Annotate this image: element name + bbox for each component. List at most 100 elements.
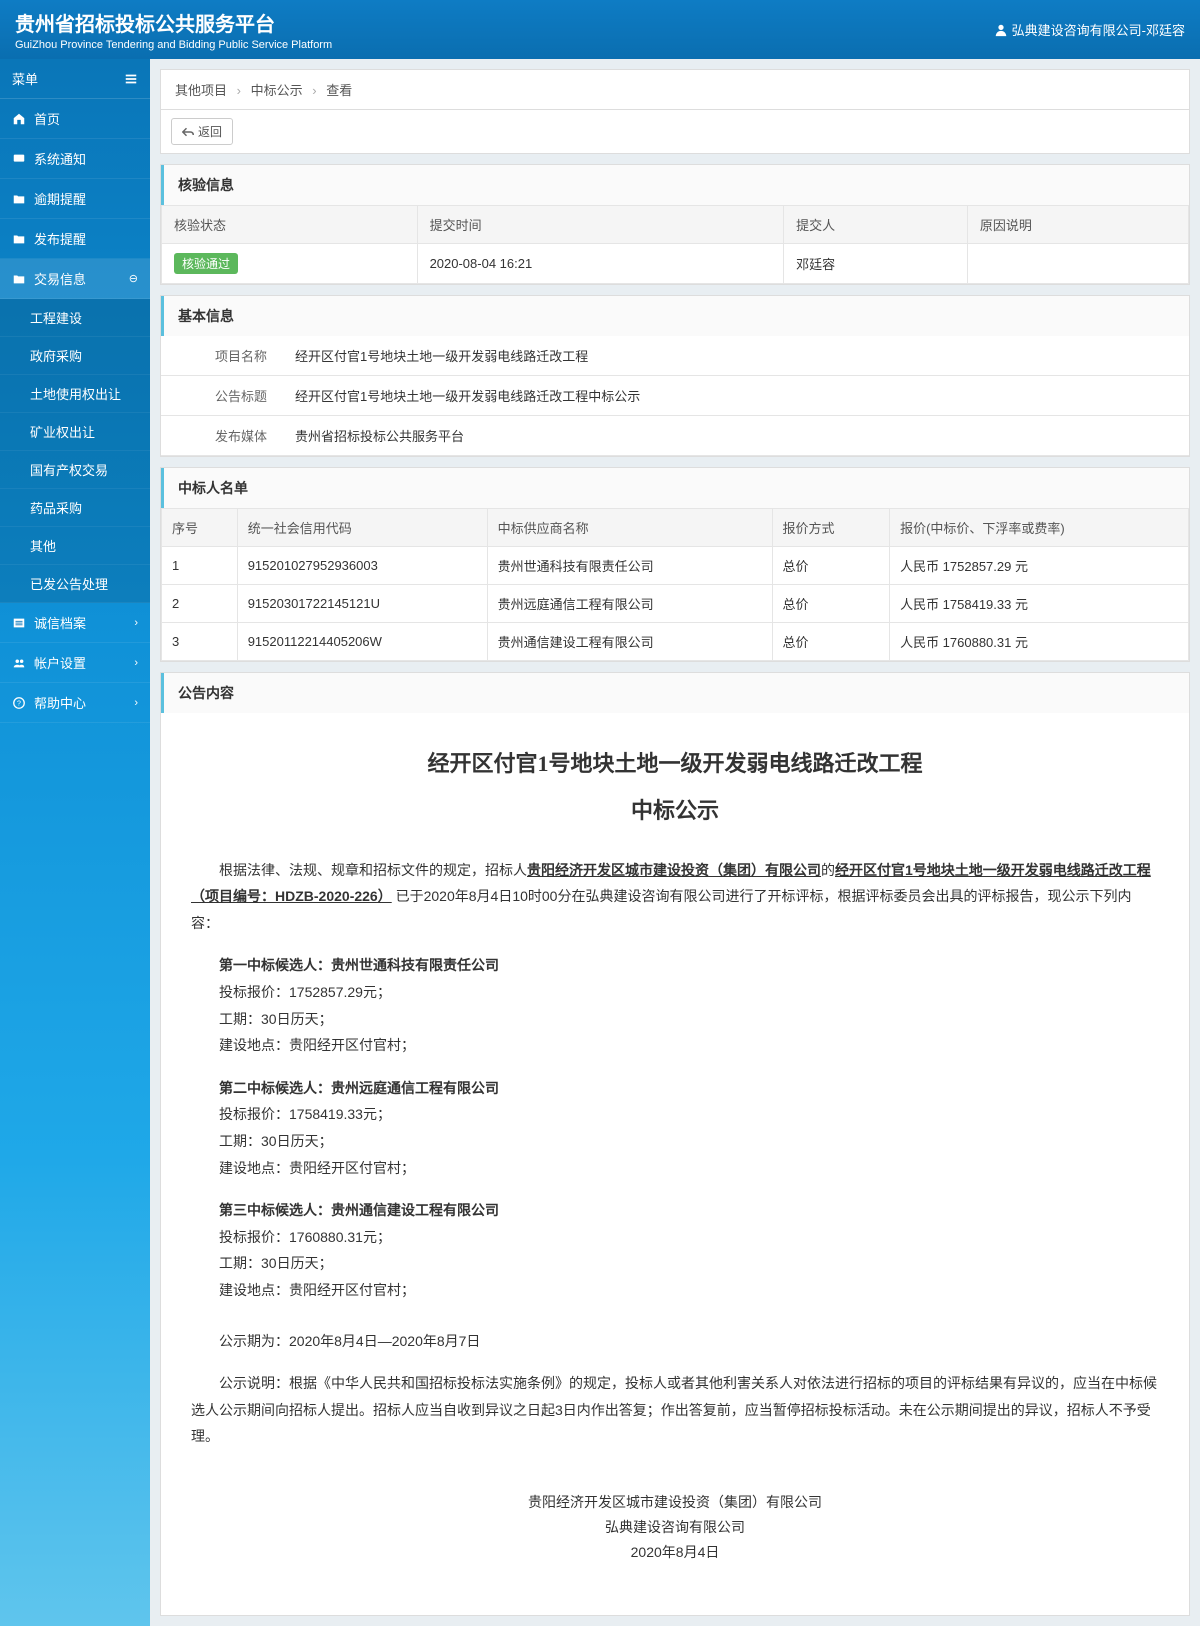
chevron-down-icon: ⊖ <box>129 272 138 285</box>
table-row: 1915201027952936003贵州世通科技有限责任公司总价人民币 175… <box>162 547 1189 585</box>
verify-reason <box>967 244 1188 284</box>
basic-row: 项目名称经开区付官1号地块土地一级开发弱电线路迁改工程 <box>161 336 1189 376</box>
breadcrumb: 其他项目 › 中标公示 › 查看 <box>160 69 1190 110</box>
candidate-title: 第一中标候选人：贵州世通科技有限责任公司 <box>219 952 1159 979</box>
verify-person: 邓廷容 <box>784 244 968 284</box>
announce-explain: 公示说明：根据《中华人民共和国招标投标法实施条例》的规定，投标人或者其他利害关系… <box>191 1370 1159 1450</box>
basic-label: 项目名称 <box>161 336 281 375</box>
submenu-item-3[interactable]: 矿业权出让 <box>0 413 150 451</box>
bid-cell-price: 人民币 1752857.29 元 <box>890 547 1189 585</box>
bid-th: 报价方式 <box>772 509 890 547</box>
announce-panel: 公告内容 经开区付官1号地块土地一级开发弱电线路迁改工程 中标公示 根据法律、法… <box>160 672 1190 1616</box>
basic-panel: 基本信息 项目名称经开区付官1号地块土地一级开发弱电线路迁改工程公告标题经开区付… <box>160 295 1190 457</box>
submenu-item-6[interactable]: 其他 <box>0 527 150 565</box>
candidate-1: 第二中标候选人：贵州远庭通信工程有限公司投标报价：1758419.33元；工期：… <box>219 1075 1159 1181</box>
menu-label: 发布提醒 <box>34 229 86 248</box>
menu-icon <box>12 272 26 286</box>
crumb-0[interactable]: 其他项目 <box>175 83 227 98</box>
menu-collapse-icon[interactable] <box>124 72 138 86</box>
sidebar-item-1[interactable]: 系统通知 <box>0 139 150 179</box>
menu-icon <box>12 232 26 246</box>
chevron-right-icon: › <box>312 83 316 98</box>
candidate-2: 第三中标候选人：贵州通信建设工程有限公司投标报价：1760880.31元；工期：… <box>219 1197 1159 1303</box>
candidate-location: 建设地点：贵阳经开区付官村； <box>219 1277 1159 1304</box>
bid-cell-method: 总价 <box>772 547 890 585</box>
back-label: 返回 <box>198 123 222 140</box>
basic-value: 贵州省招标投标公共服务平台 <box>281 416 1189 455</box>
sidebar-item-6[interactable]: 帐户设置› <box>0 643 150 683</box>
basic-row: 公告标题经开区付官1号地块土地一级开发弱电线路迁改工程中标公示 <box>161 376 1189 416</box>
svg-text:?: ? <box>17 700 21 707</box>
bid-cell-code: 91520112214405206W <box>237 623 487 661</box>
candidate-duration: 工期：30日历天； <box>219 1250 1159 1277</box>
menu-label: 诚信档案 <box>34 613 86 632</box>
sidebar-item-7[interactable]: ?帮助中心› <box>0 683 150 723</box>
header-title-block: 贵州省招标投标公共服务平台 GuiZhou Province Tendering… <box>15 8 332 51</box>
verify-time: 2020-08-04 16:21 <box>417 244 784 284</box>
back-button[interactable]: 返回 <box>171 118 233 145</box>
submenu-item-2[interactable]: 土地使用权出让 <box>0 375 150 413</box>
bid-cell-method: 总价 <box>772 585 890 623</box>
crumb-1[interactable]: 中标公示 <box>251 83 303 98</box>
platform-title: 贵州省招标投标公共服务平台 <box>15 14 275 36</box>
submenu-item-1[interactable]: 政府采购 <box>0 337 150 375</box>
sign-org1: 贵阳经济开发区城市建设投资（集团）有限公司 <box>191 1490 1159 1515</box>
sidebar-item-0[interactable]: 首页 <box>0 99 150 139</box>
verify-panel: 核验信息 核验状态 提交时间 提交人 原因说明 核验通过 2020-08-04 … <box>160 164 1190 285</box>
user-info[interactable]: 弘典建设咨询有限公司-邓廷容 <box>994 20 1185 39</box>
bid-th: 报价(中标价、下浮率或费率) <box>890 509 1189 547</box>
return-icon <box>182 126 194 138</box>
sign-date: 2020年8月4日 <box>191 1540 1159 1565</box>
bid-cell-method: 总价 <box>772 623 890 661</box>
submenu-item-4[interactable]: 国有产权交易 <box>0 451 150 489</box>
candidate-duration: 工期：30日历天； <box>219 1128 1159 1155</box>
bid-cell-price: 人民币 1760880.31 元 <box>890 623 1189 661</box>
th-reason: 原因说明 <box>967 206 1188 244</box>
candidate-0: 第一中标候选人：贵州世通科技有限责任公司投标报价：1752857.29元；工期：… <box>219 952 1159 1058</box>
basic-value: 经开区付官1号地块土地一级开发弱电线路迁改工程中标公示 <box>281 376 1189 415</box>
basic-label: 发布媒体 <box>161 416 281 455</box>
verify-row: 核验通过 2020-08-04 16:21 邓廷容 <box>162 244 1189 284</box>
main-content: 其他项目 › 中标公示 › 查看 返回 核验信息 核验状态 提交时间 提交人 原… <box>150 59 1200 1626</box>
candidate-price: 投标报价：1752857.29元； <box>219 979 1159 1006</box>
basic-row: 发布媒体贵州省招标投标公共服务平台 <box>161 416 1189 456</box>
announce-para1: 根据法律、法规、规章和招标文件的规定，招标人贵阳经济开发区城市建设投资（集团）有… <box>191 857 1159 937</box>
sidebar-item-4[interactable]: 交易信息 ⊖ <box>0 259 150 299</box>
chevron-right-icon: › <box>134 697 138 709</box>
bid-cell-name: 贵州通信建设工程有限公司 <box>487 623 772 661</box>
crumb-2: 查看 <box>326 83 352 98</box>
menu-icon <box>12 656 26 670</box>
bid-cell-price: 人民币 1758419.33 元 <box>890 585 1189 623</box>
platform-subtitle: GuiZhou Province Tendering and Bidding P… <box>15 39 332 51</box>
bid-th: 统一社会信用代码 <box>237 509 487 547</box>
menu-icon <box>12 112 26 126</box>
th-status: 核验状态 <box>162 206 418 244</box>
toolbar: 返回 <box>160 110 1190 154</box>
table-row: 291520301722145121U贵州远庭通信工程有限公司总价人民币 175… <box>162 585 1189 623</box>
sidebar-item-2[interactable]: 逾期提醒 <box>0 179 150 219</box>
submenu-item-0[interactable]: 工程建设 <box>0 299 150 337</box>
bidders-panel: 中标人名单 序号统一社会信用代码中标供应商名称报价方式报价(中标价、下浮率或费率… <box>160 467 1190 662</box>
chevron-right-icon: › <box>134 657 138 669</box>
menu-icon <box>12 192 26 206</box>
th-time: 提交时间 <box>417 206 784 244</box>
basic-title: 基本信息 <box>161 296 1189 336</box>
sidebar-item-3[interactable]: 发布提醒 <box>0 219 150 259</box>
sidebar-item-5[interactable]: 诚信档案 › <box>0 603 150 643</box>
verify-table: 核验状态 提交时间 提交人 原因说明 核验通过 2020-08-04 16:21… <box>161 205 1189 284</box>
app-header: 贵州省招标投标公共服务平台 GuiZhou Province Tendering… <box>0 0 1200 59</box>
announce-signature: 贵阳经济开发区城市建设投资（集团）有限公司 弘典建设咨询有限公司 2020年8月… <box>191 1490 1159 1566</box>
candidate-price: 投标报价：1760880.31元； <box>219 1224 1159 1251</box>
submenu-item-7[interactable]: 已发公告处理 <box>0 565 150 603</box>
submenu-item-5[interactable]: 药品采购 <box>0 489 150 527</box>
chevron-right-icon: › <box>134 617 138 629</box>
sign-org2: 弘典建设咨询有限公司 <box>191 1515 1159 1540</box>
bid-cell-no: 2 <box>162 585 238 623</box>
sidebar: 菜单 首页系统通知逾期提醒发布提醒交易信息 ⊖ 工程建设政府采购土地使用权出让矿业权… <box>0 59 150 1626</box>
menu-header: 菜单 <box>0 59 150 99</box>
announce-period: 公示期为：2020年8月4日—2020年8月7日 <box>191 1328 1159 1355</box>
menu-label: 交易信息 <box>34 269 86 288</box>
bid-cell-code: 91520301722145121U <box>237 585 487 623</box>
candidate-location: 建设地点：贵阳经开区付官村； <box>219 1155 1159 1182</box>
basic-value: 经开区付官1号地块土地一级开发弱电线路迁改工程 <box>281 336 1189 375</box>
